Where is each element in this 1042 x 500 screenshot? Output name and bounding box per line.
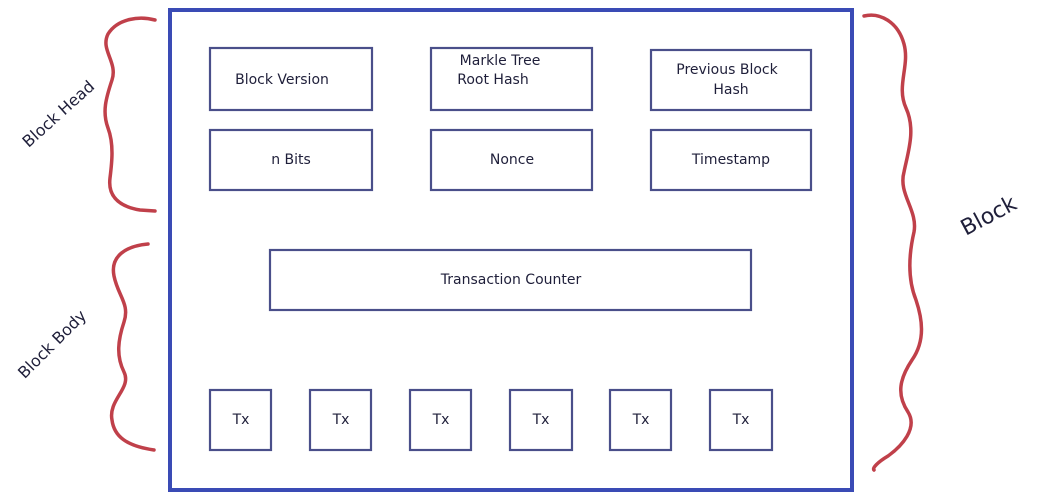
block-body-brace [109,242,156,452]
nonce-label: Nonce [490,152,534,168]
n-bits-label: n Bits [271,152,311,168]
merkle-root-hash-label-line1: Markle Tree [460,53,541,69]
tx-label-5: Tx [632,412,650,428]
block-brace [862,13,924,472]
timestamp-box: Timestamp [649,128,813,192]
tx-label-4: Tx [532,412,550,428]
tx-label-2: Tx [332,412,350,428]
tx-box-1: Tx [208,388,273,452]
n-bits-box: n Bits [208,128,374,192]
merkle-root-hash-box: Markle Tree Root Hash [429,46,594,112]
transaction-counter-box: Transaction Counter [268,248,753,312]
block-version-label: Block Version [235,72,329,88]
tx-label-6: Tx [732,412,750,428]
tx-box-5: Tx [608,388,673,452]
previous-block-hash-box: Previous Block Hash [649,48,813,112]
previous-block-hash-label-line1: Previous Block [676,62,778,78]
transaction-counter-label: Transaction Counter [440,272,582,288]
tx-box-4: Tx [508,388,574,452]
tx-label-3: Tx [432,412,450,428]
tx-label-1: Tx [232,412,250,428]
block-structure-diagram: Block Version Markle Tree Root Hash Prev… [14,8,1022,492]
nonce-box: Nonce [429,128,594,192]
block-head-label: Block Head [18,77,98,151]
block-label: Block [957,191,1022,241]
tx-box-3: Tx [408,388,473,452]
merkle-root-hash-label-line2: Root Hash [457,72,528,88]
timestamp-label: Timestamp [691,152,770,168]
previous-block-hash-label-line2: Hash [713,82,748,98]
block-version-box: Block Version [208,46,374,112]
tx-box-6: Tx [708,388,774,452]
block-body-label: Block Body [14,306,90,382]
block-head-brace [103,16,157,213]
tx-box-2: Tx [308,388,373,452]
